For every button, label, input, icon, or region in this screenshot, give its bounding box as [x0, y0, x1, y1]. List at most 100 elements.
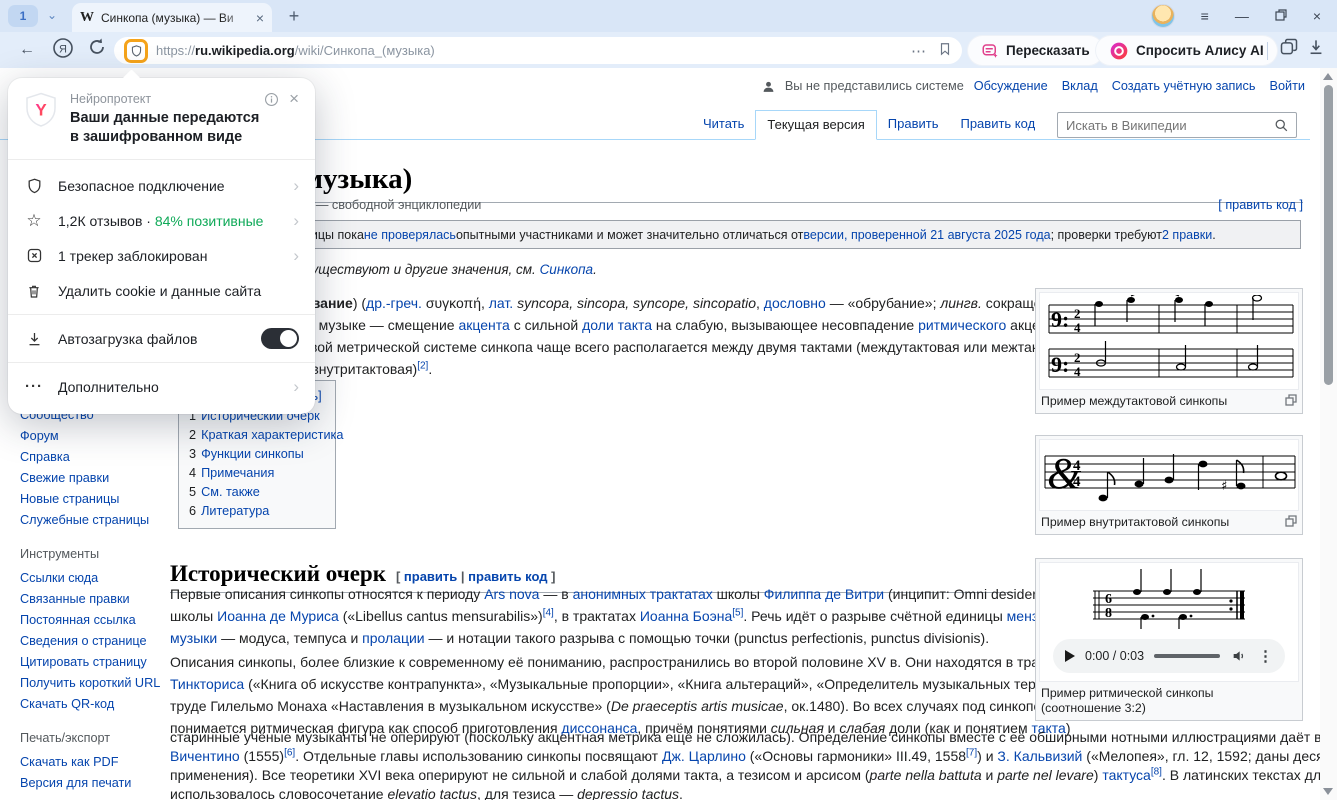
svg-text:♯: ♯	[1221, 479, 1227, 494]
sidebar-link[interactable]: Справка	[20, 449, 168, 465]
sidebar-link[interactable]: Скачать как PDF	[20, 754, 168, 770]
info-icon[interactable]	[264, 92, 279, 107]
ask-alice-button[interactable]: Спросить Алису AI	[1096, 36, 1277, 65]
download-icon	[24, 329, 44, 349]
sidebar-link[interactable]: Связанные правки	[20, 591, 168, 607]
chevron-right-icon: ›	[293, 377, 299, 397]
sidebar-header-print: Печать/экспорт	[20, 730, 168, 746]
sidebar-link[interactable]: Постоянная ссылка	[20, 612, 168, 628]
tab-current-version[interactable]: Текущая версия	[755, 110, 876, 140]
tab-edit[interactable]: Править	[877, 110, 950, 140]
personal-link[interactable]: Войти	[1269, 79, 1305, 93]
scrollbar[interactable]	[1320, 68, 1337, 800]
tab-edit-source[interactable]: Править код	[949, 110, 1046, 140]
reviews-row[interactable]: ☆ 1,2К отзывов · 84% позитивные ›	[8, 203, 315, 238]
tracker-blocked-row[interactable]: 1 трекер заблокирован ›	[8, 238, 315, 273]
expand-icon[interactable]	[1285, 515, 1297, 527]
wiki-search[interactable]	[1057, 112, 1297, 138]
toc-item[interactable]: 5См. также	[189, 485, 325, 499]
svg-text:9:: 9:	[1051, 352, 1069, 377]
audio-player[interactable]: 0:00 / 0:03 ⋮	[1053, 639, 1285, 673]
address-bar[interactable]: https://ru.wikipedia.org/wiki/Синкопа_(м…	[114, 37, 962, 64]
toc-item[interactable]: 3Функции синкопы	[189, 447, 325, 461]
sidebar-link[interactable]: Форум	[20, 428, 168, 444]
edit-source-link[interactable]: [ править код ]	[1218, 198, 1303, 212]
toc-item[interactable]: 6Литература	[189, 504, 325, 518]
search-icon[interactable]	[1274, 118, 1289, 133]
popup-close-icon[interactable]: ×	[289, 92, 299, 147]
personal-link[interactable]: Создать учётную запись	[1112, 79, 1256, 93]
sidebar-link[interactable]: Цитировать страницу	[20, 654, 168, 670]
svg-text:4: 4	[1074, 320, 1081, 335]
refresh-icon[interactable]	[84, 37, 110, 63]
personal-link[interactable]: Обсуждение	[974, 79, 1048, 93]
play-icon[interactable]	[1065, 650, 1075, 662]
sidebar-link[interactable]: Новые страницы	[20, 491, 168, 507]
svg-text:4: 4	[1074, 364, 1081, 379]
expand-icon[interactable]	[1285, 394, 1297, 406]
back-icon[interactable]: ←	[14, 37, 40, 63]
active-tab[interactable]: W Синкопа (музыка) — Ви ×	[72, 3, 272, 32]
sidebar-link[interactable]: Скачать QR-код	[20, 696, 168, 712]
audio-progress-bar[interactable]	[1154, 654, 1220, 658]
protect-shield-icon[interactable]	[124, 39, 148, 63]
minimize-icon[interactable]: —	[1235, 8, 1249, 24]
sidebar-header-tools: Инструменты	[20, 546, 168, 562]
extensions-icon[interactable]	[1276, 37, 1302, 63]
volume-icon[interactable]	[1230, 648, 1248, 664]
trash-icon	[24, 281, 44, 301]
personal-link[interactable]: Вклад	[1062, 79, 1098, 93]
chevron-down-icon[interactable]: ⌄	[40, 5, 64, 27]
tab-close-icon[interactable]: ×	[256, 10, 264, 26]
search-input[interactable]	[1058, 118, 1274, 133]
history-paragraph-2-cont: старинные учёные музыканты не оперируют …	[170, 728, 1337, 800]
retell-icon	[981, 42, 999, 60]
sidebar-link[interactable]: Сведения о странице	[20, 633, 168, 649]
chevron-right-icon: ›	[293, 246, 299, 266]
scroll-up-arrow[interactable]	[1323, 73, 1333, 80]
divider	[1267, 42, 1268, 60]
autodownload-row[interactable]: Автозагрузка файлов	[8, 321, 315, 356]
sidebar-link[interactable]: Свежие правки	[20, 470, 168, 486]
scroll-down-arrow[interactable]	[1323, 788, 1333, 795]
sidebar-link[interactable]: Ссылки сюда	[20, 570, 168, 586]
figure-rhythmic-syncopation[interactable]: 68 0:00 / 0:03 ⋮ Пример ритмической синк…	[1035, 558, 1303, 721]
popup-app-name: Нейропротект	[70, 92, 259, 106]
autodownload-toggle[interactable]	[261, 328, 299, 349]
kebab-icon[interactable]: ⋮	[1258, 647, 1273, 665]
sidebar-link[interactable]: Версия для печати	[20, 775, 168, 791]
new-tab-button[interactable]: +	[282, 4, 306, 28]
delete-cookies-row[interactable]: Удалить cookie и данные сайта	[8, 273, 315, 308]
history-paragraph-2: Описания синкопы, более близкие к соврем…	[170, 651, 1133, 739]
more-icon[interactable]: ⋯	[911, 42, 926, 60]
alice-avatar[interactable]	[1151, 4, 1175, 28]
section-edit-links[interactable]: [ править | править код ]	[396, 569, 556, 584]
retell-button[interactable]: Пересказать	[968, 36, 1103, 65]
chevron-right-icon: ›	[293, 176, 299, 196]
bookmark-icon[interactable]	[938, 41, 952, 61]
more-options-row[interactable]: ··· Дополнительно ›	[8, 369, 315, 404]
yandex-icon[interactable]: Я	[50, 37, 76, 63]
restore-icon[interactable]	[1275, 8, 1287, 24]
menu-icon[interactable]: ≡	[1201, 8, 1209, 24]
tab-counter[interactable]: 1	[8, 5, 38, 27]
downloads-icon[interactable]	[1303, 37, 1329, 63]
secure-connection-row[interactable]: Безопасное подключение ›	[8, 168, 315, 203]
scrollbar-thumb[interactable]	[1324, 85, 1333, 385]
toc-item[interactable]: 2Краткая характеристика	[189, 428, 325, 442]
tab-title: Синкопа (музыка) — Ви	[101, 11, 252, 25]
svg-text:Y: Y	[35, 101, 47, 120]
figure-caption: Пример внутритактовой синкопы	[1041, 515, 1285, 530]
sidebar-link[interactable]: Получить короткий URL	[20, 675, 168, 691]
close-window-icon[interactable]: ×	[1313, 8, 1321, 24]
toc-item[interactable]: 4Примечания	[189, 466, 325, 480]
music-notation-image: 68 0:00 / 0:03 ⋮	[1039, 562, 1299, 682]
figure-caption: Пример ритмической синкопы (соотношение …	[1041, 686, 1297, 716]
sidebar-link[interactable]: Служебные страницы	[20, 512, 168, 528]
svg-text:4: 4	[1073, 474, 1081, 490]
url-text[interactable]: https://ru.wikipedia.org/wiki/Синкопа_(м…	[156, 43, 435, 58]
tab-strip: 1 ⌄ W Синкопа (музыка) — Ви × + ≡ — ×	[0, 0, 1337, 32]
figure-intermeasure-syncopation[interactable]: 9: 9: 2424 Пример междутактовой синкопы	[1035, 288, 1303, 414]
tab-read[interactable]: Читать	[692, 110, 755, 140]
figure-intrameasure-syncopation[interactable]: & 44 ♯ Пример внутритактовой синкопы	[1035, 435, 1303, 535]
